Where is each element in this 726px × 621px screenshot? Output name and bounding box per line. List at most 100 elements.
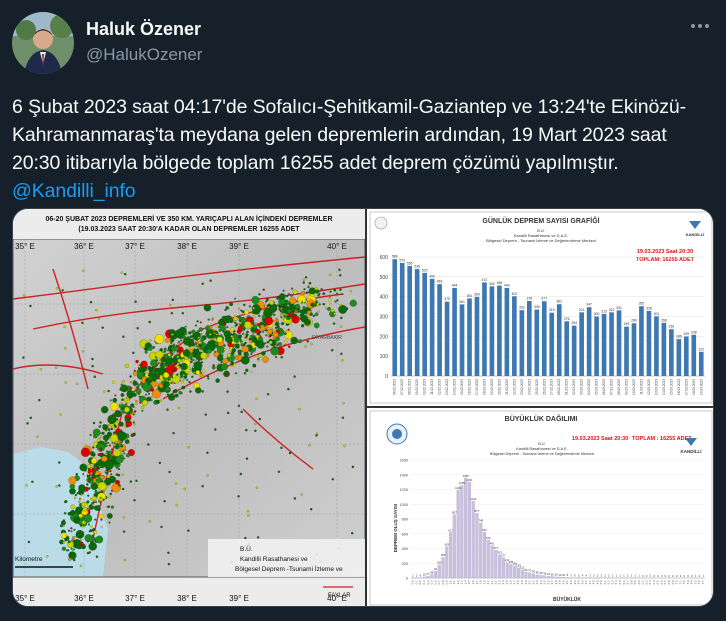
quake-dot [241, 310, 245, 314]
quake-dot [244, 321, 252, 329]
quake-dot [148, 392, 151, 395]
quake-dot [138, 395, 141, 398]
daily-bar-value: 321 [609, 308, 615, 312]
daily-xtick-label: 09.03.2023 [625, 379, 629, 395]
quake-dot [82, 269, 85, 272]
quake-dot [91, 457, 98, 464]
quake-dot [119, 388, 122, 391]
daily-bar-value: 377 [541, 297, 547, 301]
daily-xtick-label: 14.03.2023 [662, 379, 666, 395]
quake-dot [182, 349, 190, 357]
magnitude-bar [539, 575, 543, 579]
more-dots-icon[interactable] [686, 16, 714, 44]
quake-dot [27, 540, 31, 544]
quake-dot [299, 317, 302, 320]
quake-dot [172, 345, 176, 348]
quake-dot [280, 316, 283, 319]
quake-dot [150, 368, 153, 371]
magnitude-distribution-chart[interactable]: BÜYÜKLÜK DAĞILIMI 19.03.2023 Saat 20:30 … [367, 408, 713, 606]
daily-stamp-2: TOPLAM: 16255 ADET [636, 257, 695, 263]
author-display-name[interactable]: Haluk Özener [86, 18, 202, 40]
quake-dot [201, 282, 204, 286]
daily-xtick-label: 26.02.2023 [542, 379, 546, 395]
daily-bar-value: 268 [661, 318, 667, 322]
quake-dot [105, 453, 108, 456]
quake-dot [128, 386, 132, 390]
quake-dot [192, 343, 196, 347]
quake-dot [187, 336, 190, 339]
quake-dot [142, 370, 145, 373]
daily-xtick-label: 20.02.2023 [497, 379, 501, 395]
daily-bar-value: 186 [676, 335, 682, 339]
quake-dot [269, 300, 274, 305]
daily-chart-graphic: GÜNLÜK DEPREM SAYISI GRAFİĞİ B.Ü. Kandil… [367, 209, 713, 406]
daily-bar-value: 520 [422, 268, 428, 272]
map-credit-2: Bölgesel Deprem -Tsunami İzleme ve [235, 564, 343, 573]
quake-dot [182, 335, 186, 340]
quake-dot [242, 313, 245, 316]
quake-dot [120, 449, 124, 452]
daily-bar-value: 122 [698, 347, 704, 351]
quake-dot [147, 443, 150, 446]
daily-xtick-label: 18.02.2023 [482, 379, 486, 395]
magnitude-bar-value: 623 [482, 528, 487, 532]
quake-dot [328, 298, 332, 302]
quake-dot [318, 303, 321, 306]
quake-dot [240, 410, 243, 414]
avatar-image [12, 12, 74, 74]
quake-dot [90, 525, 93, 528]
quake-dot [129, 480, 133, 483]
daily-bar-value: 332 [519, 306, 525, 310]
daily-org-3: Bölgesel Deprem - Tsunami İzleme ve Değe… [486, 238, 596, 243]
quake-dot [98, 499, 101, 502]
quake-dot [190, 344, 193, 347]
quake-dot [97, 481, 107, 491]
tweet-media-grid[interactable]: 06-20 ŞUBAT 2023 DEPREMLERİ VE 350 KM. Y… [12, 208, 714, 607]
quake-dot [339, 274, 342, 277]
daily-bar-value: 208 [691, 330, 697, 334]
quake-dot [244, 536, 247, 540]
daily-earthquake-chart[interactable]: GÜNLÜK DEPREM SAYISI GRAFİĞİ B.Ü. Kandil… [367, 209, 713, 406]
quake-dot [272, 331, 279, 338]
quake-dot [121, 398, 124, 401]
quake-dot [272, 319, 275, 323]
quake-dot [237, 404, 241, 407]
magnitude-bar [550, 576, 554, 579]
quake-dot [302, 278, 305, 281]
map-graphic: 06-20 ŞUBAT 2023 DEPREMLERİ VE 350 KM. Y… [13, 209, 365, 606]
quake-dot [81, 349, 85, 353]
daily-xtick-label: 02.03.2023 [572, 379, 576, 395]
quake-dot [111, 458, 114, 462]
earthquake-map[interactable]: 06-20 ŞUBAT 2023 DEPREMLERİ VE 350 KM. Y… [13, 209, 365, 606]
quake-dot [161, 357, 164, 360]
quake-dot [341, 359, 344, 362]
quake-dot [110, 402, 119, 411]
quake-dot [266, 392, 270, 396]
daily-bar-value: 589 [392, 255, 398, 259]
mag-logo-left [386, 423, 408, 445]
avatar[interactable] [12, 12, 74, 74]
quake-dot [177, 406, 181, 410]
quake-dot [252, 332, 255, 335]
quake-dot [123, 452, 126, 455]
mention-link[interactable]: @Kandilli_info [12, 180, 136, 202]
author-handle[interactable]: @HalukOzener [86, 43, 202, 67]
quake-dot [195, 370, 201, 375]
quake-dot [122, 516, 126, 519]
quake-dot [125, 398, 128, 401]
daily-bar [676, 339, 682, 376]
quake-dot [108, 450, 113, 455]
quake-dot [290, 293, 294, 297]
quake-dot [351, 532, 354, 535]
quake-dot [153, 379, 156, 382]
quake-dot [283, 314, 287, 318]
magnitude-chart-graphic: BÜYÜKLÜK DAĞILIMI 19.03.2023 Saat 20:30 … [367, 408, 713, 606]
magnitude-bar [441, 557, 445, 579]
quake-dot [144, 350, 148, 354]
quake-dot [181, 381, 184, 384]
quake-dot [177, 342, 180, 345]
quake-dot [277, 470, 281, 473]
quake-dot [241, 355, 250, 365]
quake-dot [55, 287, 59, 290]
quake-dot [310, 302, 315, 308]
